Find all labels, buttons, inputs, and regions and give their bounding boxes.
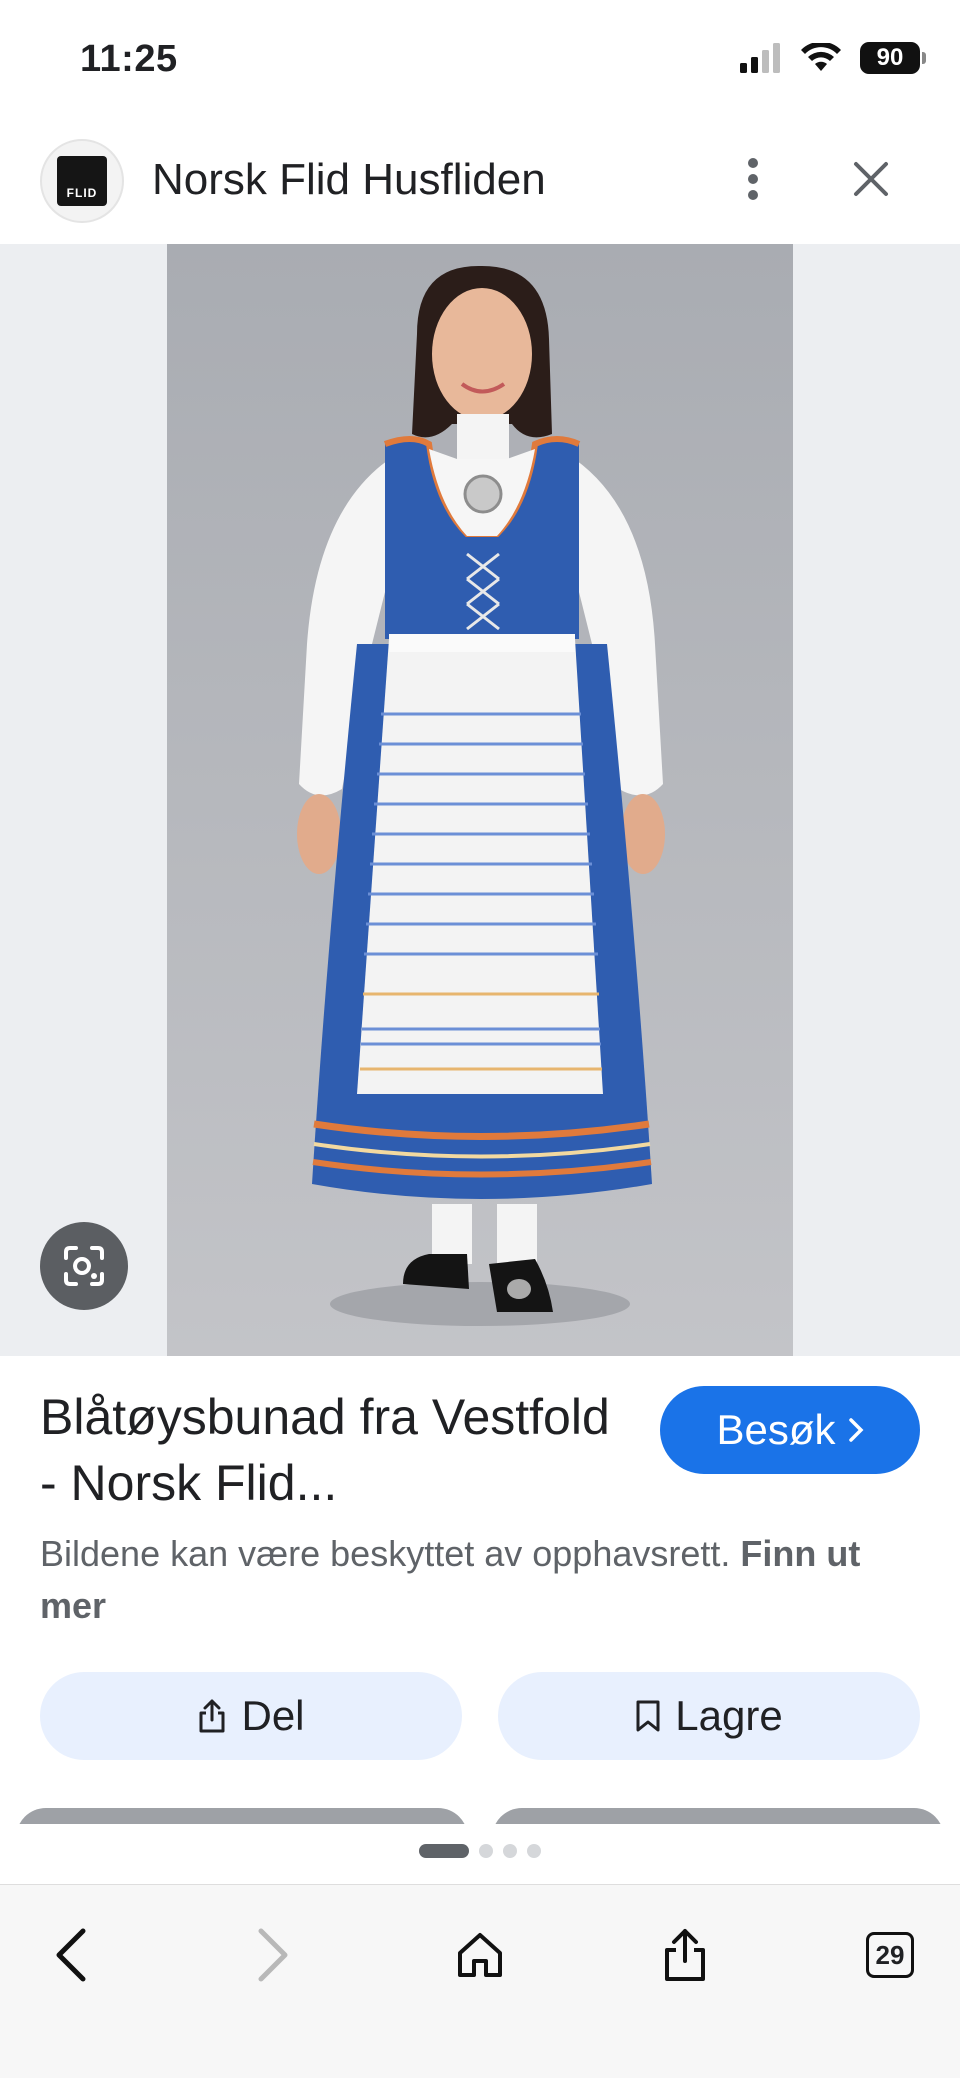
close-button[interactable] bbox=[846, 149, 896, 209]
save-button-label: Lagre bbox=[675, 1692, 783, 1739]
image-viewer[interactable] bbox=[0, 244, 960, 1356]
bookmark-icon bbox=[636, 1700, 660, 1732]
forward-button[interactable] bbox=[234, 1915, 314, 1995]
share-button-label: Del bbox=[241, 1692, 305, 1739]
lens-icon bbox=[64, 1246, 104, 1286]
copyright-notice: Bildene kan være beskyttet av opphavsret… bbox=[40, 1528, 920, 1632]
action-row: Del Lagre bbox=[40, 1672, 920, 1760]
battery-level: 90 bbox=[876, 44, 904, 71]
viewer-header: FLID Norsk Flid Husfliden bbox=[0, 135, 960, 245]
lens-search-button[interactable] bbox=[40, 1222, 128, 1310]
share-page-button[interactable] bbox=[645, 1915, 725, 1995]
related-thumbnail[interactable] bbox=[492, 1808, 944, 1824]
related-thumbnail[interactable] bbox=[16, 1808, 468, 1824]
page-indicator bbox=[0, 1844, 960, 1858]
page-dot-active bbox=[419, 1844, 469, 1858]
more-vertical-icon bbox=[748, 158, 758, 200]
visit-button[interactable]: Besøk bbox=[660, 1386, 920, 1474]
back-button[interactable] bbox=[30, 1915, 110, 1995]
site-logo-mark: FLID bbox=[57, 156, 107, 206]
chevron-left-icon bbox=[56, 1928, 86, 1982]
browser-toolbar: 29 bbox=[0, 1884, 960, 2078]
save-button[interactable]: Lagre bbox=[498, 1672, 920, 1760]
tabs-count: 29 bbox=[866, 1932, 914, 1978]
site-title[interactable]: Norsk Flid Husfliden bbox=[152, 155, 546, 205]
bunad-illustration bbox=[297, 265, 665, 1326]
signal-icon bbox=[740, 43, 780, 73]
tabs-button[interactable]: 29 bbox=[850, 1915, 930, 1995]
share-button[interactable]: Del bbox=[40, 1672, 462, 1760]
related-images-strip[interactable] bbox=[0, 1808, 960, 1824]
wifi-icon bbox=[801, 43, 841, 71]
page-dot bbox=[479, 1844, 493, 1858]
status-icons: 90 bbox=[740, 42, 926, 74]
copyright-text: Bildene kan være beskyttet av opphavsret… bbox=[40, 1533, 731, 1574]
battery-icon: 90 bbox=[860, 42, 926, 74]
more-options-button[interactable] bbox=[728, 149, 778, 209]
page-dot bbox=[503, 1844, 517, 1858]
chevron-right-icon bbox=[848, 1418, 863, 1442]
share-icon bbox=[199, 1699, 225, 1733]
chevron-right-icon bbox=[258, 1928, 288, 1982]
home-icon bbox=[458, 1933, 502, 1977]
status-time: 11:25 bbox=[80, 38, 178, 80]
home-button[interactable] bbox=[440, 1915, 520, 1995]
status-bar: 11:25 90 bbox=[0, 0, 960, 120]
share-icon bbox=[665, 1929, 705, 1981]
site-logo[interactable]: FLID bbox=[40, 139, 124, 223]
close-icon bbox=[854, 162, 888, 196]
visit-button-label: Besøk bbox=[716, 1406, 836, 1453]
page-dot bbox=[527, 1844, 541, 1858]
result-title[interactable]: Blåtøysbunad fra Vestfold - Norsk Flid..… bbox=[40, 1384, 640, 1516]
bunad-photo[interactable] bbox=[167, 244, 793, 1356]
